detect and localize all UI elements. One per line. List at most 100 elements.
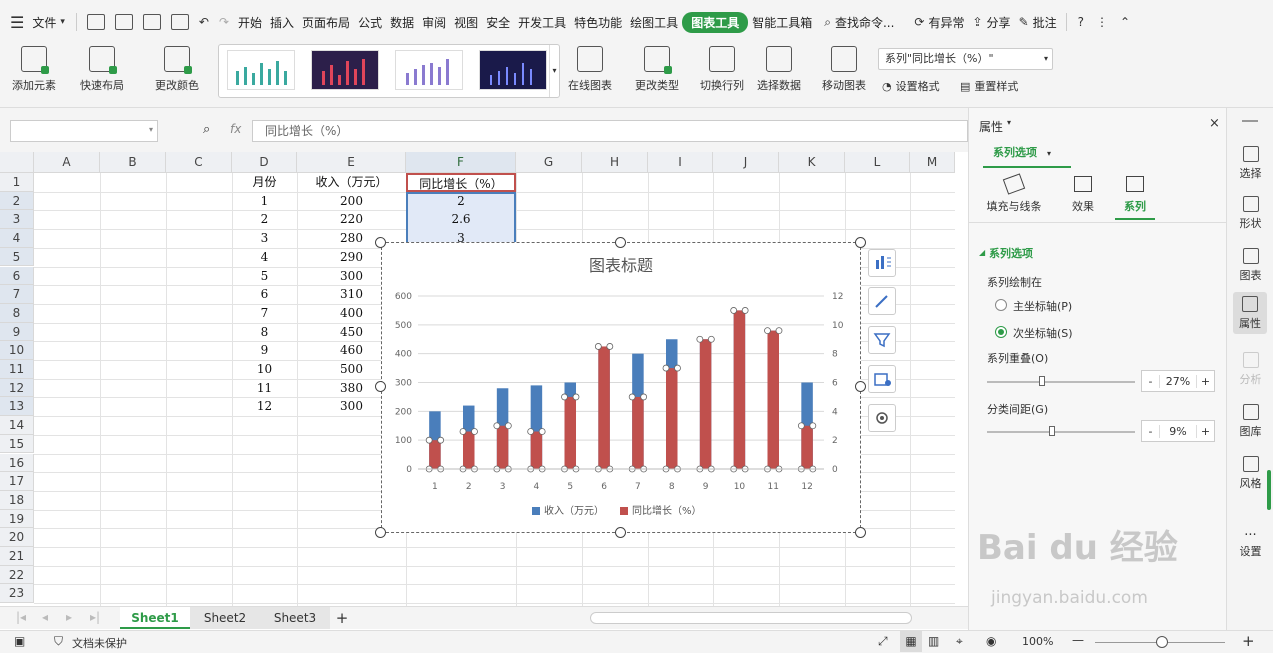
chart-online-button[interactable] bbox=[868, 365, 896, 393]
tab-developer[interactable]: 开发工具 bbox=[514, 14, 570, 31]
select-data-button[interactable]: 选择数据 bbox=[757, 46, 801, 93]
column-header[interactable]: H bbox=[582, 152, 648, 173]
bar-growth[interactable] bbox=[632, 396, 644, 469]
chart-style-button[interactable] bbox=[868, 287, 896, 315]
rail-shape[interactable]: 形状 bbox=[1227, 196, 1273, 231]
y-tick-label[interactable]: 200 bbox=[395, 407, 412, 417]
legend-label-income[interactable]: 收入（万元） bbox=[544, 504, 604, 517]
x-tick-label[interactable]: 4 bbox=[534, 482, 540, 492]
tab-chart-tools[interactable]: 图表工具 bbox=[682, 11, 749, 33]
next-sheet-icon[interactable]: ▸ bbox=[66, 610, 72, 624]
redo-icon[interactable]: ↷ bbox=[219, 15, 229, 29]
selection-handle[interactable] bbox=[741, 307, 749, 314]
gap-spinner[interactable]: -9% + bbox=[1141, 420, 1215, 442]
y2-tick-label[interactable]: 12 bbox=[832, 292, 843, 302]
y2-tick-label[interactable]: 4 bbox=[832, 407, 838, 417]
zoom-out-icon[interactable]: — bbox=[1072, 633, 1084, 647]
cell[interactable]: 2.6 bbox=[406, 210, 516, 229]
cell[interactable]: 11 bbox=[232, 379, 297, 398]
series-option-dropdown[interactable]: 系列选项 ▾ bbox=[983, 138, 1071, 168]
selection-handle[interactable] bbox=[594, 343, 602, 350]
close-icon[interactable]: × bbox=[1209, 116, 1220, 131]
prev-sheet-icon[interactable]: ◂ bbox=[42, 610, 48, 624]
legend-swatch-income[interactable] bbox=[532, 507, 540, 515]
row-header[interactable]: 20 bbox=[0, 528, 34, 547]
cell[interactable]: 收入（万元） bbox=[297, 173, 406, 192]
resize-handle-tl[interactable] bbox=[375, 237, 386, 248]
selection-handle[interactable] bbox=[504, 422, 512, 430]
primary-axis-label[interactable]: 主坐标轴(P) bbox=[1013, 298, 1072, 314]
quick-layout-button[interactable]: 快速布局 bbox=[80, 46, 124, 93]
selection-handle[interactable] bbox=[775, 327, 783, 334]
chart-title[interactable]: 图表标题 bbox=[589, 256, 653, 275]
x-tick-label[interactable]: 5 bbox=[567, 482, 573, 492]
bar-growth[interactable] bbox=[699, 339, 712, 469]
overlap-plus[interactable]: + bbox=[1196, 374, 1214, 388]
column-header[interactable]: D bbox=[232, 152, 297, 173]
add-sheet-button[interactable]: + bbox=[332, 607, 352, 629]
overlap-minus[interactable]: - bbox=[1142, 374, 1160, 388]
column-header[interactable]: G bbox=[516, 152, 582, 173]
x-tick-label[interactable]: 3 bbox=[500, 482, 506, 492]
page-break-icon[interactable]: ▥ bbox=[928, 634, 939, 648]
y2-tick-label[interactable]: 8 bbox=[832, 350, 838, 360]
row-header[interactable]: 2 bbox=[0, 191, 34, 211]
selection-handle[interactable] bbox=[471, 428, 478, 435]
tab-security[interactable]: 安全 bbox=[482, 14, 514, 31]
row-header[interactable]: 7 bbox=[0, 285, 34, 304]
macro-icon[interactable]: ▣ bbox=[14, 634, 25, 648]
x-tick-label[interactable]: 12 bbox=[801, 482, 812, 492]
change-type-button[interactable]: 更改类型 bbox=[635, 46, 679, 93]
collapse-section-icon[interactable]: ◢ bbox=[979, 248, 985, 257]
cell[interactable]: 12 bbox=[232, 397, 297, 416]
bar-growth[interactable] bbox=[767, 330, 780, 469]
row-header[interactable]: 6 bbox=[0, 266, 34, 286]
x-tick-label[interactable]: 11 bbox=[768, 482, 779, 492]
column-header[interactable]: E bbox=[297, 152, 406, 173]
bar-growth[interactable] bbox=[598, 346, 610, 469]
selection-handle[interactable] bbox=[640, 393, 648, 401]
chart-settings-button[interactable] bbox=[868, 404, 896, 432]
sync-status[interactable]: 有异常 bbox=[924, 14, 968, 31]
row-header[interactable]: 3 bbox=[0, 210, 34, 230]
sheet-tab-1[interactable]: Sheet1 bbox=[120, 607, 190, 629]
chart-style-3[interactable] bbox=[395, 50, 463, 90]
selection-handle[interactable] bbox=[561, 393, 568, 401]
rail-scroll-indicator[interactable] bbox=[1267, 470, 1271, 510]
row-header[interactable]: 22 bbox=[0, 565, 34, 585]
help-icon[interactable]: ? bbox=[1078, 15, 1084, 29]
primary-axis-radio[interactable] bbox=[995, 299, 1007, 311]
undo-icon[interactable]: ↶ bbox=[199, 15, 209, 29]
tab-fill-line[interactable]: 填充与线条 bbox=[983, 173, 1045, 214]
combo-chart[interactable]: 图表标题01002003004005006000246810121 2 3 4 5 6 7 8… bbox=[382, 243, 860, 532]
sync-icon[interactable]: ⟳ bbox=[914, 15, 924, 29]
row-header[interactable]: 14 bbox=[0, 416, 34, 435]
rail-select[interactable]: 选择 bbox=[1227, 146, 1273, 181]
cell[interactable]: 月份 bbox=[232, 173, 297, 192]
collapse-icon[interactable]: ⌃ bbox=[1120, 15, 1130, 29]
switch-row-col-button[interactable]: 切换行列 bbox=[700, 46, 744, 93]
sheet-tab-2[interactable]: Sheet2 bbox=[190, 607, 260, 629]
cell[interactable]: 10 bbox=[232, 360, 297, 379]
selection-handle[interactable] bbox=[662, 364, 670, 372]
x-tick-label[interactable]: 6 bbox=[601, 482, 607, 492]
resize-handle-r[interactable] bbox=[855, 381, 866, 392]
y-tick-label[interactable]: 600 bbox=[395, 292, 412, 302]
bar-growth[interactable] bbox=[665, 368, 678, 469]
series-selector[interactable]: 系列"同比增长（%）" ▾ bbox=[878, 48, 1053, 70]
y-tick-label[interactable]: 100 bbox=[395, 436, 412, 446]
tab-view[interactable]: 视图 bbox=[450, 14, 482, 31]
reset-style-button[interactable]: ▤ 重置样式 bbox=[960, 78, 1018, 94]
bar-growth[interactable] bbox=[564, 396, 577, 469]
row-header[interactable]: 12 bbox=[0, 378, 34, 398]
tab-smart-toolbox[interactable]: 智能工具箱 bbox=[748, 14, 816, 31]
selection-handle[interactable] bbox=[797, 422, 805, 430]
tab-series[interactable]: 系列 bbox=[1115, 176, 1155, 220]
comment-icon[interactable]: ✎ bbox=[1019, 15, 1029, 29]
export-icon[interactable] bbox=[114, 14, 133, 30]
bar-growth[interactable] bbox=[801, 425, 813, 469]
cell[interactable]: 4 bbox=[232, 248, 297, 267]
normal-view-icon[interactable]: ▦ bbox=[900, 631, 922, 652]
x-tick-label[interactable]: 10 bbox=[734, 482, 746, 492]
cell[interactable]: 5 bbox=[232, 267, 297, 286]
